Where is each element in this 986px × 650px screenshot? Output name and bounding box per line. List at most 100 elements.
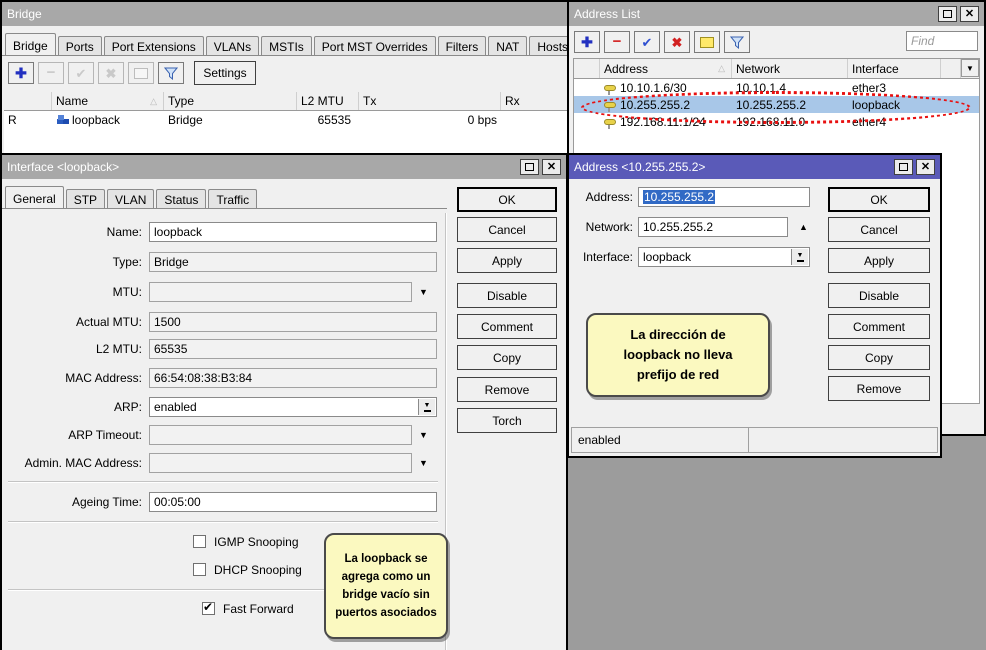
filter-button[interactable] [724,31,750,53]
arp-value: enabled [154,400,197,414]
fast-forward-checkbox[interactable]: ✔ [202,602,215,615]
cancel-button[interactable]: Cancel [457,217,557,242]
bridge-col-tx[interactable]: Tx [359,92,501,110]
tab-stp[interactable]: STP [66,189,105,208]
copy-button[interactable]: Copy [828,345,930,370]
maximize-button[interactable] [520,159,539,175]
remove-address-button[interactable]: − [604,31,630,53]
ok-button[interactable]: OK [828,187,930,212]
separator [8,521,438,522]
ageing-time-field[interactable]: 00:05:00 [149,492,437,512]
network-field[interactable]: 10.255.255.2 [638,217,788,237]
igmp-snooping-checkbox[interactable] [193,535,206,548]
arp-combobox[interactable]: enabled ▼ [149,397,437,417]
name-field[interactable]: loopback [149,222,437,242]
tab-vlan[interactable]: VLAN [107,189,154,208]
tab-filters[interactable]: Filters [438,36,487,55]
admin-mac-field[interactable] [149,453,412,473]
tab-traffic[interactable]: Traffic [208,189,257,208]
ok-button[interactable]: OK [457,187,557,212]
mtu-label: MTU: [2,282,142,302]
remove-button[interactable]: Remove [457,377,557,402]
bridge-col-name[interactable]: Name △ [52,92,164,110]
add-button[interactable]: ✚ [8,62,34,84]
comment-button[interactable]: Comment [828,314,930,339]
enable-address-button[interactable]: ✔ [634,31,660,53]
settings-button[interactable]: Settings [194,61,256,85]
fast-forward-label: Fast Forward [223,602,294,616]
interface-tabstrip: General STP VLAN Status Traffic [2,181,447,209]
ip-address-icon [604,102,616,108]
apply-button[interactable]: Apply [457,248,557,273]
copy-button[interactable]: Copy [457,345,557,370]
bridge-row-flags: R [4,113,52,127]
address-note-callout: La dirección de loopback no lleva prefij… [586,313,770,397]
interface-titlebar[interactable]: Interface <loopback> ✕ [2,155,566,179]
address-row-2-selected[interactable]: 10.255.255.2 10.255.255.2 loopback [574,96,979,113]
bridge-col-flags[interactable] [4,92,52,110]
remove-button[interactable]: Remove [828,376,930,401]
address-dialog-titlebar[interactable]: Address <10.255.255.2> ✕ [569,155,940,179]
maximize-button[interactable] [938,6,957,22]
tab-vlans[interactable]: VLANs [206,36,259,55]
arp-timeout-dropdown-icon[interactable]: ▼ [419,431,428,440]
disable-button[interactable]: Disable [457,283,557,308]
torch-button[interactable]: Torch [457,408,557,433]
address-row-1[interactable]: 10.10.1.6/30 10.10.1.4 ether3 [574,79,979,96]
col-network[interactable]: Network [732,59,848,78]
network-up-icon[interactable]: ▲ [799,223,808,232]
address-list-titlebar[interactable]: Address List ✕ [569,2,984,26]
add-address-button[interactable]: ✚ [574,31,600,53]
col-interface[interactable]: Interface [848,59,941,78]
disable-button[interactable]: Disable [828,283,930,308]
apply-button[interactable]: Apply [828,248,930,273]
comment-icon [134,68,148,79]
address-row-3[interactable]: 192.168.11.1/24 192.168.11.0 ether4 [574,113,979,130]
bridge-col-l2mtu[interactable]: L2 MTU [297,92,359,110]
cancel-button[interactable]: Cancel [828,217,930,242]
disable-address-button[interactable]: ✖ [664,31,690,53]
remove-item-button[interactable]: − [38,62,64,84]
find-input[interactable] [906,31,978,51]
tab-ports[interactable]: Ports [58,36,102,55]
disable-button[interactable]: ✖ [98,62,124,84]
tab-port-extensions[interactable]: Port Extensions [104,36,204,55]
dhcp-snooping-checkbox[interactable] [193,563,206,576]
comment-button[interactable] [128,62,154,84]
tab-bridge[interactable]: Bridge [5,33,56,56]
filter-button[interactable] [158,62,184,84]
bridge-col-type[interactable]: Type [164,92,297,110]
arp-timeout-field[interactable] [149,425,412,445]
interface-dialog: Interface <loopback> ✕ General STP VLAN … [0,153,568,650]
address-field[interactable]: 10.255.255.2 [638,187,810,207]
comment-icon [700,37,714,48]
col-address[interactable]: Address △ [600,59,732,78]
actual-mtu-label: Actual MTU: [2,312,142,332]
close-button[interactable]: ✕ [960,6,979,22]
arp-combo-button[interactable]: ▼ [418,399,435,415]
tab-port-mst-overrides[interactable]: Port MST Overrides [314,36,436,55]
close-button[interactable]: ✕ [916,159,935,175]
interface-combobox[interactable]: loopback ▼ [638,247,810,267]
bridge-row-name: loopback [52,113,164,127]
column-picker-button[interactable]: ▼ [961,59,979,77]
comment-address-button[interactable] [694,31,720,53]
interface-combo-button[interactable]: ▼ [791,249,808,265]
interface-value: loopback [643,250,691,264]
maximize-button[interactable] [894,159,913,175]
tab-general[interactable]: General [5,186,64,209]
close-button[interactable]: ✕ [542,159,561,175]
tab-status[interactable]: Status [156,189,206,208]
network-label: Network: [569,217,633,237]
mtu-field[interactable] [149,282,412,302]
status-bar-extra [748,427,938,453]
admin-mac-dropdown-icon[interactable]: ▼ [419,459,428,468]
arp-timeout-label: ARP Timeout: [2,425,142,445]
tab-nat[interactable]: NAT [488,36,527,55]
bridge-row-type: Bridge [164,113,297,127]
mtu-dropdown-icon[interactable]: ▼ [419,288,428,297]
tab-mstis[interactable]: MSTIs [261,36,312,55]
enable-button[interactable]: ✔ [68,62,94,84]
col-icon[interactable] [574,59,600,78]
comment-button[interactable]: Comment [457,314,557,339]
